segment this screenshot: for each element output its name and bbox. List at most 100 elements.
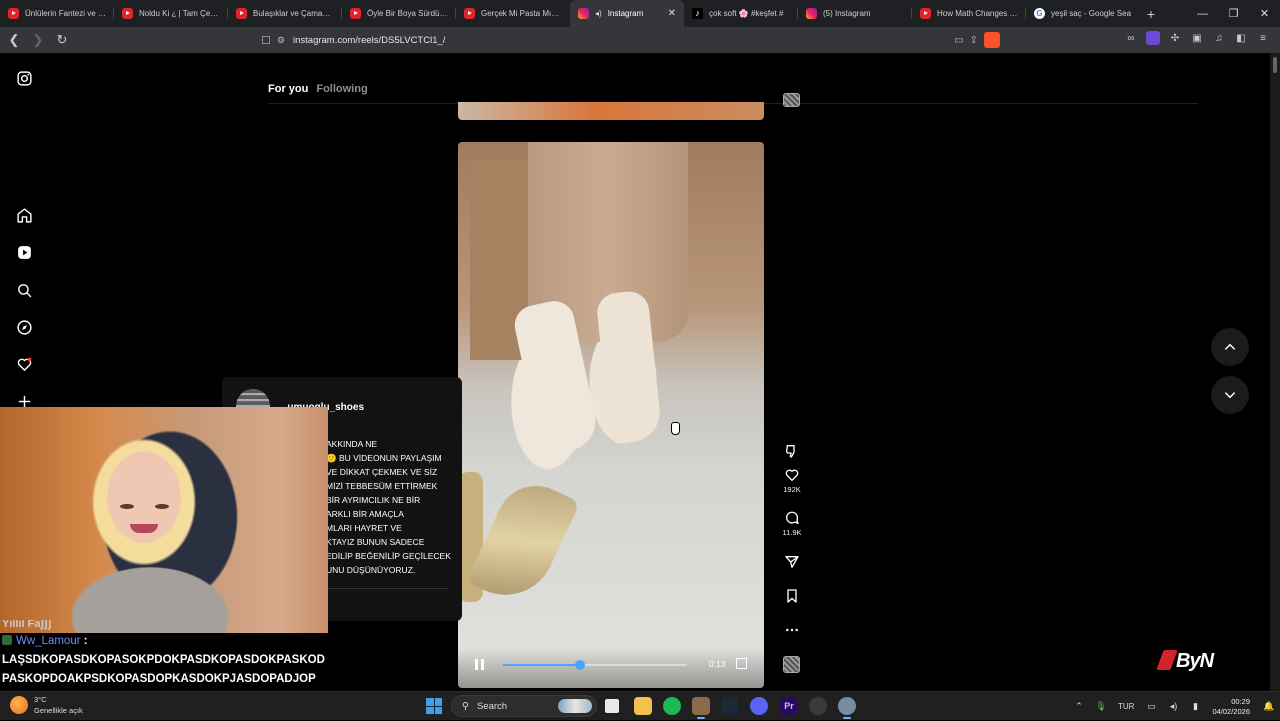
vpn-icon[interactable]: ∞: [1124, 31, 1138, 45]
notifications-heart-icon[interactable]: [14, 354, 34, 374]
cast-icon[interactable]: ▭: [954, 35, 963, 46]
video-time: 0:13: [709, 659, 726, 669]
discord-icon[interactable]: [750, 697, 768, 715]
tab[interactable]: Gyeşil saç - Google Sea: [1026, 0, 1140, 27]
reel-video[interactable]: 0:13: [458, 142, 764, 688]
tab[interactable]: Öyle Bir Boya Sürdü Ki: [342, 0, 456, 27]
like-button[interactable]: 192K: [777, 467, 807, 494]
logo-mark: [1156, 650, 1178, 670]
video-progress-bar[interactable]: [503, 660, 687, 670]
minimize-icon[interactable]: —: [1187, 0, 1218, 27]
tab[interactable]: How Math Changes Th: [912, 0, 1026, 27]
previous-reel-preview[interactable]: [458, 102, 764, 120]
home-icon[interactable]: [14, 205, 34, 225]
language-indicator[interactable]: TUR: [1118, 702, 1134, 711]
tab-title: Bulaşıklar ve Çamaşırla: [253, 9, 334, 18]
dislike-button[interactable]: [777, 443, 807, 459]
sidebar-icon[interactable]: ▣: [1190, 31, 1204, 45]
task-view-icon[interactable]: [605, 699, 619, 713]
chat-message: PASKOPDOAKPSDKOPASDOPKASDOKPJASDOPADJOP: [2, 673, 316, 685]
save-button[interactable]: [777, 588, 807, 604]
back-icon[interactable]: ❮: [4, 30, 24, 50]
youtube-icon: [8, 8, 19, 19]
media-icon[interactable]: ♫: [1212, 31, 1226, 45]
site-info-icon[interactable]: ⚙: [277, 35, 293, 46]
tab-bar: Ünlülerin Fantezi ve Su Noldu Ki ¿ | Tam…: [0, 0, 1280, 27]
extensions-bar: ∞ ✣ ▣ ♫ ◧ ≡: [1124, 31, 1270, 45]
scrollbar[interactable]: [1270, 53, 1280, 691]
reels-icon[interactable]: [14, 242, 34, 262]
obs-icon[interactable]: [809, 697, 827, 715]
volume-icon[interactable]: ◂): [1165, 699, 1181, 715]
previous-reel-button[interactable]: [1211, 328, 1249, 366]
more-options-button[interactable]: [777, 622, 807, 638]
tab-active[interactable]: ◂) Instagram ✕: [570, 0, 684, 27]
share-button[interactable]: [777, 554, 807, 570]
notification-bell-icon[interactable]: 🔔: [1261, 699, 1277, 715]
browser-app-icon[interactable]: [692, 697, 710, 719]
comment-button[interactable]: 11.9K: [777, 510, 807, 537]
scrollbar-thumb[interactable]: [1273, 57, 1277, 73]
restore-icon[interactable]: ❐: [1218, 0, 1249, 27]
temperature: 3°C: [34, 695, 47, 704]
microphone-icon[interactable]: 🎙: [1093, 699, 1109, 715]
forward-icon[interactable]: ❯: [28, 30, 48, 50]
tab[interactable]: Noldu Ki ¿ | Tam Çerez: [114, 0, 228, 27]
close-window-icon[interactable]: ✕: [1249, 0, 1280, 27]
tab-title: How Math Changes Th: [937, 9, 1018, 18]
previous-audio-thumbnail[interactable]: [783, 93, 800, 107]
tab[interactable]: Ünlülerin Fantezi ve Su: [0, 0, 114, 27]
network-icon[interactable]: ▭: [1143, 699, 1159, 715]
tab[interactable]: ♪ çok soft 🌸 #keşfet #: [684, 0, 798, 27]
puzzle-icon[interactable]: ✣: [1168, 31, 1182, 45]
tab[interactable]: (5) Instagram: [798, 0, 912, 27]
search-icon[interactable]: [14, 280, 34, 300]
premiere-icon[interactable]: Pr: [780, 697, 798, 715]
extension-icon[interactable]: [1146, 31, 1160, 45]
comment-icon: [786, 511, 799, 524]
menu-icon[interactable]: ≡: [1256, 31, 1270, 45]
settings-icon[interactable]: [838, 697, 856, 719]
chevron-up-icon[interactable]: ⌃: [1071, 699, 1087, 715]
more-icon: [786, 628, 798, 632]
fullscreen-icon[interactable]: [736, 658, 747, 669]
tab[interactable]: Gerçek Mi Pasta Mı? Te: [456, 0, 570, 27]
system-tray: ⌃ 🎙 TUR ▭ ◂) ▮ 00:29 04/02/2026 🔔: [1068, 692, 1280, 721]
audio-thumbnail[interactable]: [783, 656, 800, 673]
bookmark-icon[interactable]: ☐: [255, 34, 277, 47]
caption-text: AKKINDA NE 🙂 BU VİDEONUN PAYLAŞIM VE DİK…: [326, 439, 451, 575]
windows-start-icon[interactable]: [426, 698, 442, 714]
comment-count: 11.9K: [782, 528, 802, 537]
streamer-logo: ByN: [1156, 650, 1214, 673]
youtube-icon: [464, 8, 475, 19]
next-reel-button[interactable]: [1211, 376, 1249, 414]
tab-following[interactable]: Following: [316, 83, 367, 95]
pause-icon[interactable]: [475, 659, 487, 671]
explore-icon[interactable]: [14, 317, 34, 337]
chat-line-partial: Yıllıl Faʃʃʃ: [2, 620, 52, 630]
tab-title: Noldu Ki ¿ | Tam Çerez: [139, 9, 220, 18]
steam-icon[interactable]: [721, 697, 739, 715]
tab-for-you[interactable]: For you: [268, 83, 308, 95]
divider: [326, 588, 448, 589]
tab[interactable]: Bulaşıklar ve Çamaşırla: [228, 0, 342, 27]
url-field[interactable]: ☐ ⚙ instagram.com/reels/DS5LVCTCl1_/ ▭ ⇪: [255, 30, 1000, 50]
brave-shields-icon[interactable]: [984, 32, 1000, 48]
clock[interactable]: 00:29 04/02/2026: [1212, 697, 1250, 717]
address-bar: ❮ ❯ ↻ ☐ ⚙ instagram.com/reels/DS5LVCTCl1…: [0, 27, 1280, 53]
new-tab-button[interactable]: +: [1140, 6, 1162, 22]
share-icon[interactable]: ⇪: [970, 35, 978, 46]
bookmark-icon: [787, 589, 797, 603]
battery-icon[interactable]: ▮: [1187, 699, 1203, 715]
split-view-icon[interactable]: ◧: [1234, 31, 1248, 45]
taskbar-search[interactable]: ⚲ Search: [451, 695, 597, 717]
reload-icon[interactable]: ↻: [52, 30, 72, 50]
weather-condition: Genellikle açık: [34, 706, 83, 715]
close-tab-icon[interactable]: ✕: [668, 8, 676, 19]
speaker-icon[interactable]: ◂): [595, 9, 602, 18]
spotify-icon[interactable]: [663, 697, 681, 715]
instagram-logo-icon[interactable]: [14, 68, 34, 88]
heart-icon: [785, 469, 799, 481]
file-explorer-icon[interactable]: [634, 697, 652, 715]
youtube-icon: [236, 8, 247, 19]
